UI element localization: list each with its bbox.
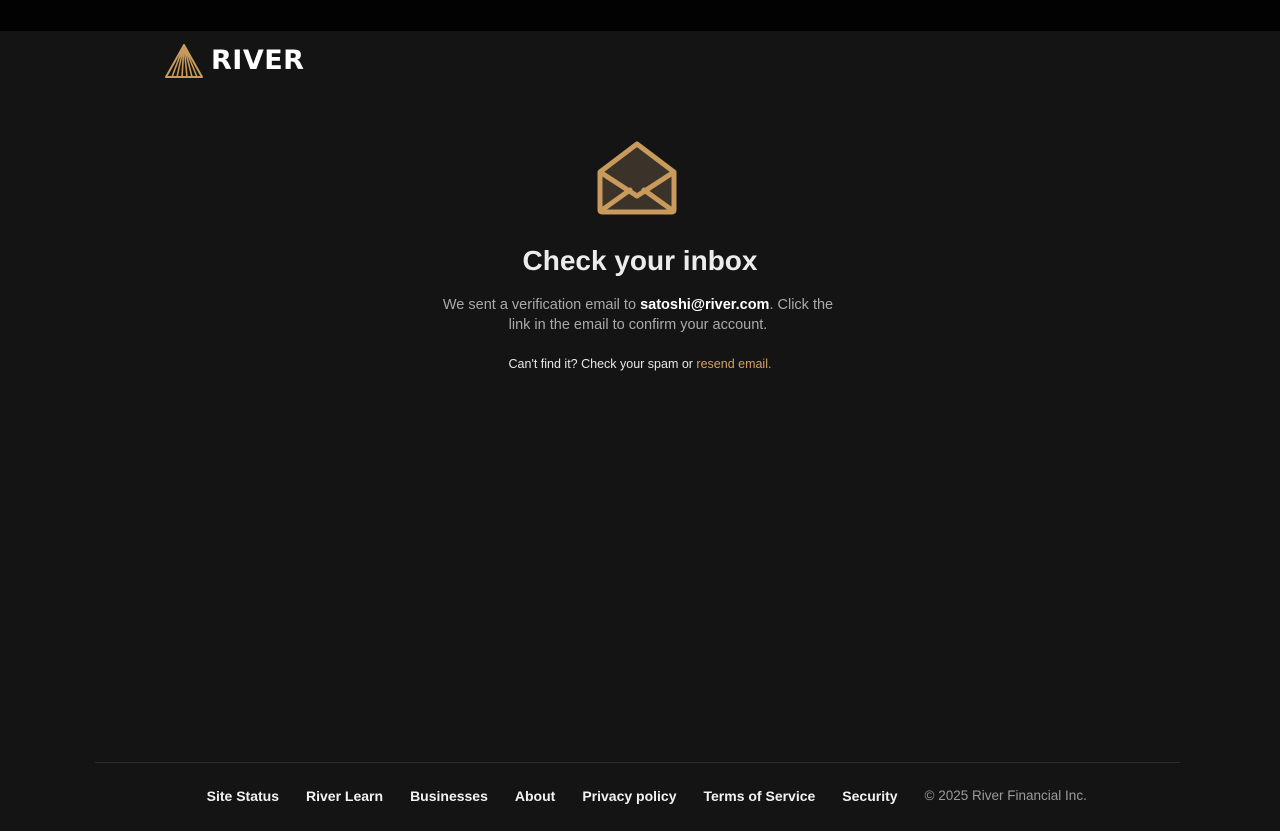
footer-link-terms-of-service[interactable]: Terms of Service <box>704 786 816 806</box>
open-envelope-icon <box>597 141 677 215</box>
resend-email-link[interactable]: resend email. <box>696 357 771 371</box>
footer-link-river-learn[interactable]: River Learn <box>306 786 383 806</box>
top-bar <box>0 0 1280 31</box>
brand-name: RIVER <box>211 45 305 76</box>
river-logo[interactable]: RIVER <box>165 44 304 78</box>
footer-link-privacy-policy[interactable]: Privacy policy <box>582 786 676 806</box>
river-logo-icon <box>165 44 203 78</box>
footer-link-site-status[interactable]: Site Status <box>207 786 279 806</box>
footer: Site Status River Learn Businesses About… <box>0 786 1280 806</box>
footer-link-security[interactable]: Security <box>842 786 897 806</box>
hint-text: Can't find it? Check your spam or <box>508 357 697 371</box>
spam-hint: Can't find it? Check your spam or resend… <box>0 355 1280 373</box>
copyright: © 2025 River Financial Inc. <box>924 788 1087 803</box>
envelope-illustration <box>596 140 678 216</box>
email-address: satoshi@river.com <box>640 297 770 313</box>
verification-description: We sent a verification email to satoshi@… <box>440 295 836 335</box>
footer-link-businesses[interactable]: Businesses <box>410 786 488 806</box>
page-title: Check your inbox <box>522 245 758 276</box>
footer-divider <box>95 762 1180 763</box>
footer-link-about[interactable]: About <box>515 786 555 806</box>
description-text-before: We sent a verification email to <box>442 297 641 313</box>
